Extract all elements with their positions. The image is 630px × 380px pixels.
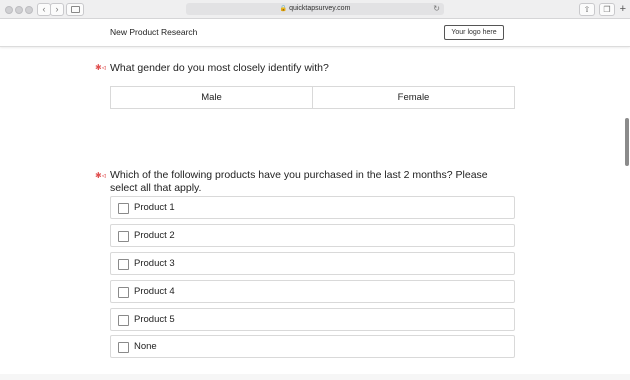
gender-option-female[interactable]: Female (312, 87, 514, 108)
sidebar-toggle-button[interactable] (66, 3, 84, 16)
required-audio-icon: ✱◃ (95, 63, 106, 72)
vertical-scrollbar[interactable] (625, 118, 629, 166)
new-tab-button[interactable]: + (620, 2, 626, 16)
close-window-icon[interactable] (5, 6, 13, 14)
checkbox-option-product-1[interactable]: Product 1 (110, 196, 515, 219)
question-2-line-2: select all that apply. (110, 181, 202, 194)
checkbox-option-product-2[interactable]: Product 2 (110, 224, 515, 247)
gender-options: Male Female (110, 86, 515, 109)
checkbox-label: Product 3 (134, 258, 175, 269)
back-button[interactable]: ‹ (37, 3, 51, 16)
checkbox[interactable] (118, 287, 129, 298)
checkbox[interactable] (118, 203, 129, 214)
checkbox-label: None (134, 341, 157, 352)
logo-placeholder: Your logo here (444, 25, 504, 40)
checkbox-label: Product 2 (134, 230, 175, 241)
question-2-text: Which of the following products have you… (110, 169, 488, 194)
checkbox-label: Product 1 (134, 202, 175, 213)
maximize-window-icon[interactable] (25, 6, 33, 14)
survey-header: New Product Research Your logo here (0, 19, 630, 47)
forward-button[interactable]: › (50, 3, 64, 16)
checkbox-option-product-5[interactable]: Product 5 (110, 308, 515, 331)
question-2-line-1: Which of the following products have you… (110, 169, 488, 181)
checkbox[interactable] (118, 315, 129, 326)
lock-icon: 🔒 (279, 6, 288, 12)
checkbox[interactable] (118, 231, 129, 242)
browser-toolbar: ‹ › 🔒 quicktapsurvey.com ↻ ⇧ ❐ + (0, 0, 630, 19)
address-bar[interactable]: 🔒 quicktapsurvey.com ↻ (186, 3, 444, 15)
minimize-window-icon[interactable] (15, 6, 23, 14)
url-text: quicktapsurvey.com (289, 5, 351, 12)
gender-option-male[interactable]: Male (111, 87, 312, 108)
checkbox-option-none[interactable]: None (110, 335, 515, 358)
checkbox-option-product-3[interactable]: Product 3 (110, 252, 515, 275)
checkbox-label: Product 4 (134, 286, 175, 297)
checkbox-label: Product 5 (134, 314, 175, 325)
page-bottom-edge (0, 374, 630, 380)
checkbox-option-product-4[interactable]: Product 4 (110, 280, 515, 303)
share-button[interactable]: ⇧ (579, 3, 595, 16)
checkbox[interactable] (118, 342, 129, 353)
reload-icon[interactable]: ↻ (433, 3, 440, 15)
question-1-text: What gender do you most closely identify… (110, 62, 329, 74)
required-audio-icon: ✱◃ (95, 171, 106, 180)
tabs-overview-button[interactable]: ❐ (599, 3, 615, 16)
checkbox[interactable] (118, 259, 129, 270)
survey-title: New Product Research (110, 27, 198, 37)
